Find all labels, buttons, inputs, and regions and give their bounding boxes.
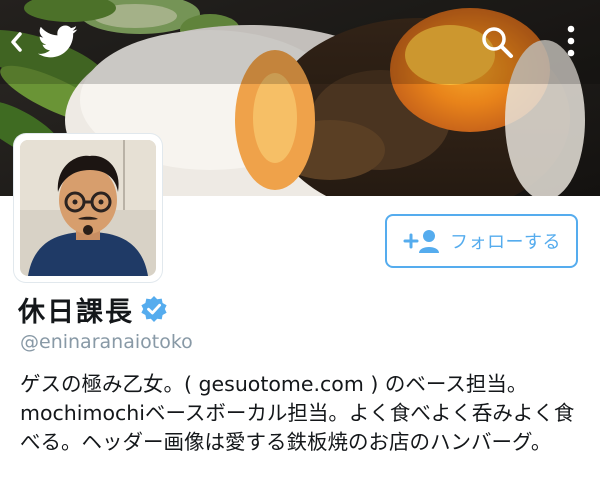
profile-display-name: 休日課長 bbox=[18, 296, 134, 328]
twitter-bird-icon bbox=[38, 25, 78, 58]
search-icon bbox=[482, 27, 513, 58]
avatar-photo bbox=[20, 140, 156, 276]
follow-button[interactable]: フォローする bbox=[385, 214, 578, 268]
profile-name-row: 休日課長 bbox=[18, 289, 168, 329]
follow-button-label: フォローする bbox=[450, 232, 561, 253]
avatar-image bbox=[20, 140, 156, 276]
profile-handle: @eninaranaiotoko bbox=[20, 331, 193, 353]
add-user-icon bbox=[403, 230, 439, 253]
avatar[interactable] bbox=[14, 134, 162, 282]
top-app-bar bbox=[0, 0, 600, 84]
more-options-button[interactable] bbox=[552, 20, 590, 64]
search-button[interactable] bbox=[474, 20, 520, 64]
back-button[interactable] bbox=[4, 22, 84, 62]
more-vertical-icon bbox=[567, 25, 575, 57]
profile-bio: ゲスの極み乙女。( gesuotome.com ) のベース担当。mochimo… bbox=[20, 372, 575, 454]
verified-badge-icon bbox=[141, 296, 167, 322]
profile-page: フォローする 休日課長 @eninaranaiotoko ゲスの極み乙女。( g… bbox=[0, 0, 600, 498]
